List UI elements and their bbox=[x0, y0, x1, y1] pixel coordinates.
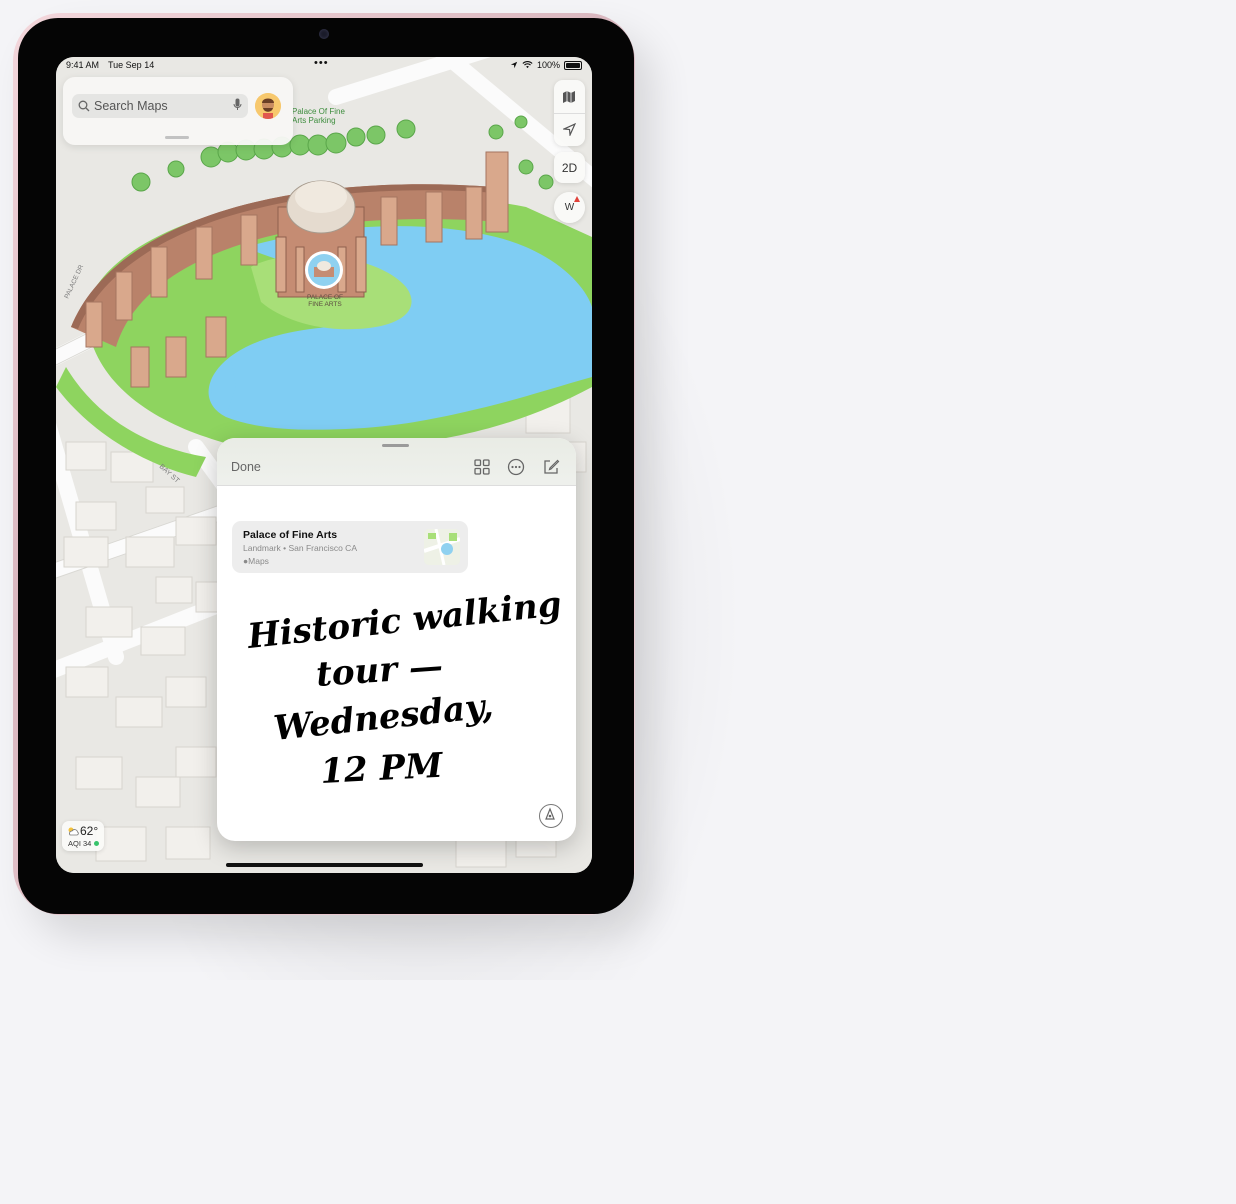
handwriting-line-2: tour — bbox=[315, 646, 444, 695]
partly-cloudy-icon bbox=[68, 827, 79, 836]
panel-grabber[interactable] bbox=[165, 136, 189, 139]
battery-icon bbox=[564, 60, 582, 70]
pen-tip-icon bbox=[545, 807, 555, 820]
location-arrow-icon[interactable] bbox=[563, 123, 576, 136]
screen: PALACE DR BAY ST PALACE OF FINE ARTS Pal… bbox=[56, 57, 592, 873]
multitasking-dots-icon[interactable]: ••• bbox=[314, 57, 329, 69]
map-mode-icon[interactable] bbox=[562, 90, 576, 104]
avatar[interactable] bbox=[255, 93, 281, 119]
wifi-icon bbox=[522, 61, 533, 69]
compass-needle-icon bbox=[574, 196, 580, 202]
temperature: 62° bbox=[80, 824, 99, 838]
handwriting-line-4: 12 PM bbox=[319, 746, 445, 792]
microphone-icon[interactable] bbox=[233, 98, 242, 112]
search-placeholder: Search Maps bbox=[94, 99, 168, 113]
compass-heading: W bbox=[564, 202, 575, 213]
search-icon bbox=[78, 100, 90, 112]
parking-label[interactable]: Palace Of Fine Arts Parking bbox=[292, 107, 362, 125]
handwriting-line-1: Historic walking bbox=[245, 584, 564, 657]
location-arrow-icon bbox=[510, 61, 518, 69]
markup-pen-button[interactable] bbox=[539, 804, 563, 828]
aqi-status-dot bbox=[94, 841, 99, 846]
status-bar: 9:41 AM Tue Sep 14 ••• 100% bbox=[56, 57, 592, 73]
search-panel: Search Maps bbox=[63, 77, 293, 145]
weather-widget[interactable]: 62° AQI 34 bbox=[62, 821, 104, 851]
search-input[interactable]: Search Maps bbox=[72, 94, 248, 118]
battery-percent: 100% bbox=[536, 60, 560, 70]
handwriting-line-3: Wednesday, bbox=[272, 686, 495, 749]
aqi-value: AQI 34 bbox=[68, 839, 92, 848]
view-2d-button[interactable]: 2D bbox=[554, 152, 585, 183]
home-indicator[interactable] bbox=[226, 863, 423, 867]
front-camera bbox=[319, 29, 329, 39]
controls-divider bbox=[554, 113, 585, 114]
status-time: 9:41 AM bbox=[66, 60, 100, 70]
landmark-label[interactable]: PALACE OF FINE ARTS bbox=[299, 294, 351, 308]
compass-button[interactable]: W bbox=[554, 192, 585, 223]
map-controls-group bbox=[554, 80, 585, 146]
status-date: Tue Sep 14 bbox=[108, 60, 155, 70]
quick-note-window[interactable]: Done Palace of Fine Arts Landmark • San … bbox=[217, 438, 576, 841]
handwritten-note[interactable]: Historic walking tour — Wednesday, 12 PM bbox=[217, 438, 576, 841]
